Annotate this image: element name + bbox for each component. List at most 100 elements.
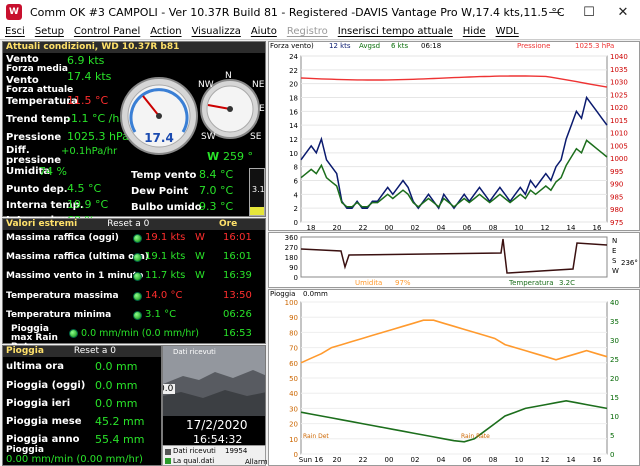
humidity-legend-value: 97%: [395, 279, 411, 287]
menu-control-panel[interactable]: Control Panel: [69, 26, 145, 37]
direction-letter: W: [612, 267, 619, 275]
data-received-label: Dati ricevuti: [173, 447, 216, 455]
y-tick-right: 30: [610, 337, 619, 345]
rain-reset-button[interactable]: Reset a 0: [74, 346, 116, 356]
x-tick: 12: [541, 224, 550, 230]
extremes-panel: Valori estremi Reset a 0 Ore Massima raff…: [2, 218, 266, 352]
x-tick: 22: [359, 224, 368, 230]
annotation-rain-rate: Rain Rate: [461, 433, 490, 440]
window-title: Comm OK #3 CAMPOLI - Ver 10.37R Build 81…: [30, 5, 565, 19]
rain-yesterday-value: 0.0 mm: [95, 397, 138, 410]
graph-wind-value: 12 kts: [329, 42, 351, 50]
y-tick-left: 10: [289, 436, 298, 444]
menu-wdl[interactable]: WDL: [491, 26, 524, 37]
plot-area: [300, 236, 608, 278]
data-quality-label: La qual.dati: [173, 457, 215, 465]
humidity-temp-chart: 10090807060504030201004035302520151050Su…: [285, 299, 619, 464]
wind-avg-sublabel: Forza media: [6, 64, 68, 74]
menu-aiuto[interactable]: Aiuto: [246, 26, 282, 37]
y-tick-left: 270: [285, 244, 298, 252]
y-tick-right: 35: [610, 318, 619, 326]
y-tick-right: 975: [610, 219, 623, 227]
y-tick-left: 20: [289, 421, 298, 429]
max-wind-1min-dot: [133, 272, 142, 281]
max-gust-today-dot: [133, 234, 142, 243]
minimize-button[interactable]: —: [538, 0, 572, 24]
max-temp-label: Temperatura massima: [6, 291, 119, 301]
y-tick-left: 0: [294, 219, 298, 227]
extremes-time-header: Ore: [219, 219, 238, 229]
x-tick: 04: [437, 456, 446, 464]
x-tick: 00: [385, 224, 394, 230]
close-button[interactable]: ✕: [606, 0, 640, 24]
temperature-legend-value: 3.2C: [559, 279, 576, 287]
y-tick-right: 1040: [610, 53, 628, 61]
y-tick-left: 4: [294, 191, 299, 199]
y-tick-left: 360: [285, 234, 298, 242]
y-tick-left: 180: [285, 254, 298, 262]
menu-registro[interactable]: Registro: [282, 26, 333, 37]
graph-avgsd-label: Avgsd: [359, 42, 381, 50]
max-rain-rate-value: 0.0 mm/min (0.0 mm/hr): [81, 328, 199, 339]
x-tick: 10: [515, 456, 524, 464]
graph-wind-label: Forza vento): [270, 42, 314, 50]
rain-today-value: 0.0 mm: [95, 379, 138, 392]
x-tick: 20: [333, 224, 342, 230]
x-tick: 16: [593, 456, 602, 464]
x-tick: 02: [411, 224, 420, 230]
x-tick: 06: [463, 224, 472, 230]
humidity-value: 74 %: [39, 165, 67, 178]
rain-legend-value: 0.0mm: [303, 290, 328, 298]
y-tick-right: 1025: [610, 91, 628, 99]
data-quality-indicator: [165, 458, 171, 464]
alarm-label[interactable]: Allarm: [245, 458, 268, 466]
temperature-legend: Temperatura: [509, 279, 554, 287]
wind-now-value: 17.4 kts: [67, 70, 112, 83]
y-tick-left: 16: [289, 108, 298, 116]
y-tick-left: 60: [289, 360, 298, 368]
x-tick: 08: [489, 224, 498, 230]
rain-legend: Pioggia: [270, 290, 296, 298]
max-gust-today-value: 19.1 kts: [145, 232, 186, 243]
y-tick-left: 8: [294, 164, 298, 172]
menu-setup[interactable]: Setup: [30, 26, 69, 37]
maximize-button[interactable]: ☐: [572, 0, 606, 24]
date-display: 17/2/2020: [186, 418, 248, 432]
webcam-caption: Dati ricevuti: [173, 348, 216, 356]
dewpoint-label: Punto dep.: [6, 184, 68, 195]
menu-visualizza[interactable]: Visualizza: [187, 26, 246, 37]
x-tick: 18: [307, 224, 316, 230]
wind-speed-gauge: 17.4: [120, 77, 198, 155]
y-tick-right: 985: [610, 193, 623, 201]
y-tick-left: 80: [289, 329, 298, 337]
menu-inserisci-tempo[interactable]: Inserisci tempo attuale: [333, 26, 458, 37]
wetbulb-value: 9.3 °C: [199, 200, 234, 213]
uv-value: 3.1: [252, 185, 265, 194]
title-bar: W Comm OK #3 CAMPOLI - Ver 10.37R Build …: [0, 0, 640, 24]
windchill-value: 8.4 °C: [199, 168, 234, 181]
x-tick: Sun 16: [299, 456, 324, 464]
y-tick-left: 50: [289, 375, 298, 383]
wind-pressure-chart: 2422201816141210864201040103510301025102…: [289, 53, 628, 230]
gauge-speed-readout: 17.4: [144, 131, 174, 145]
menu-esci[interactable]: Esci: [0, 26, 30, 37]
rain-yesterday-label: Pioggia ieri: [6, 398, 71, 409]
x-tick: 20: [333, 456, 342, 464]
y-tick-right: 40: [610, 299, 619, 307]
compass-se-label: SE: [250, 132, 262, 142]
max-wind-1min-time: 16:39: [223, 270, 252, 281]
data-received-count: 19954: [225, 447, 248, 455]
y-tick-right: 25: [610, 356, 619, 364]
rain-panel: Pioggia Reset a 0 ultima ora 0.0 mm Piogg…: [2, 345, 162, 466]
max-gust-hour-time: 16:01: [223, 251, 252, 262]
y-tick-right: 995: [610, 168, 623, 176]
y-tick-left: 100: [285, 299, 298, 307]
menu-hide[interactable]: Hide: [458, 26, 491, 37]
y-tick-left: 20: [289, 81, 298, 89]
rain-lasthour-label: ultima ora: [6, 361, 64, 372]
extremes-reset-button[interactable]: Reset a 0: [107, 219, 149, 229]
max-gust-hour-dir: W: [195, 251, 205, 262]
max-gust-today-label: Massima raffica (oggi): [6, 233, 119, 243]
menu-action[interactable]: Action: [145, 26, 186, 37]
graph-avgsd-value: 6 kts: [391, 42, 409, 50]
